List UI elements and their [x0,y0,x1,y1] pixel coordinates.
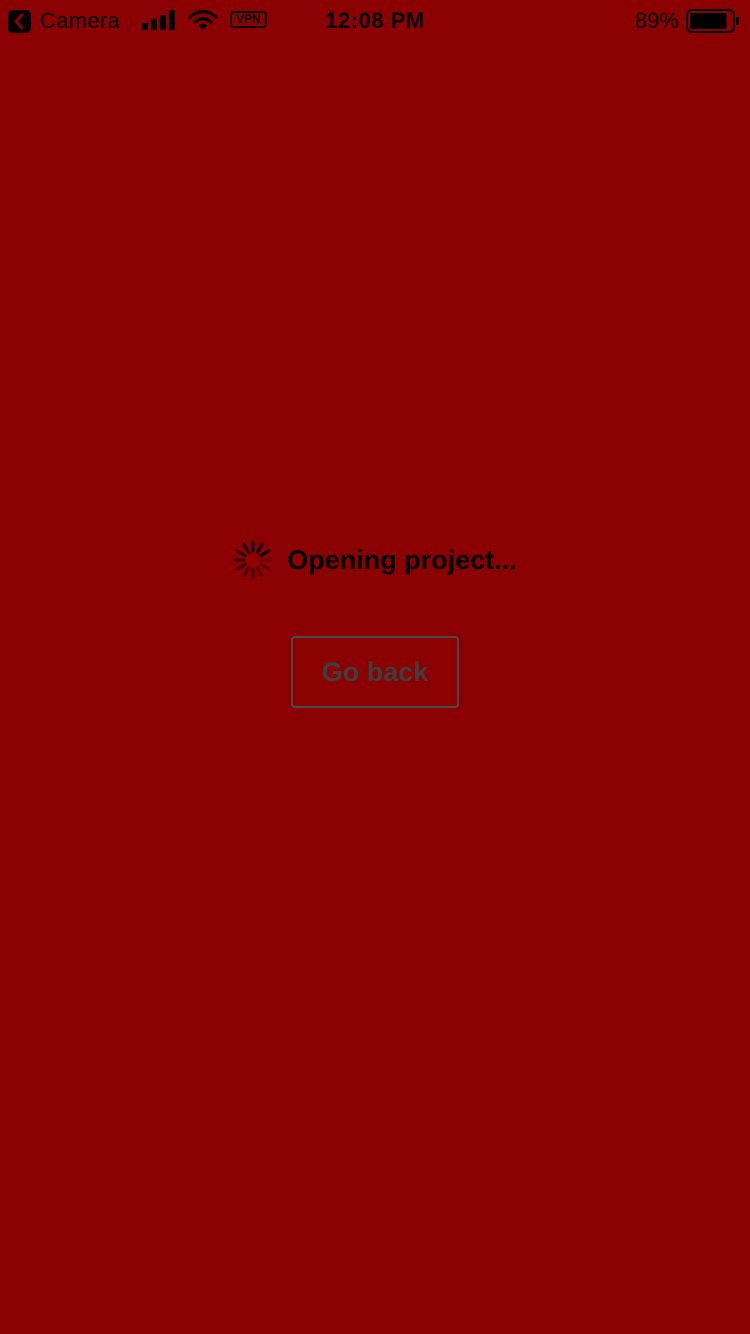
status-bar: Camera VPN 12:08 PM 89% [0,0,750,40]
battery-fill [690,13,727,29]
battery-icon [686,9,740,33]
spinner-spoke [259,563,271,571]
spinner-spoke [256,566,264,578]
spinner-icon [233,540,273,580]
loading-indicator: Opening project... [0,538,750,582]
spinner-spoke [242,542,251,554]
spinner-spoke [259,549,271,557]
loading-message: Opening project... [287,545,517,575]
go-back-button[interactable]: Go back [291,636,459,708]
spinner-spoke [242,566,251,578]
spinner-spoke [236,549,247,557]
spinner-spoke [256,542,264,554]
battery-percent: 89% [634,8,679,33]
spinner-spoke [236,563,247,571]
